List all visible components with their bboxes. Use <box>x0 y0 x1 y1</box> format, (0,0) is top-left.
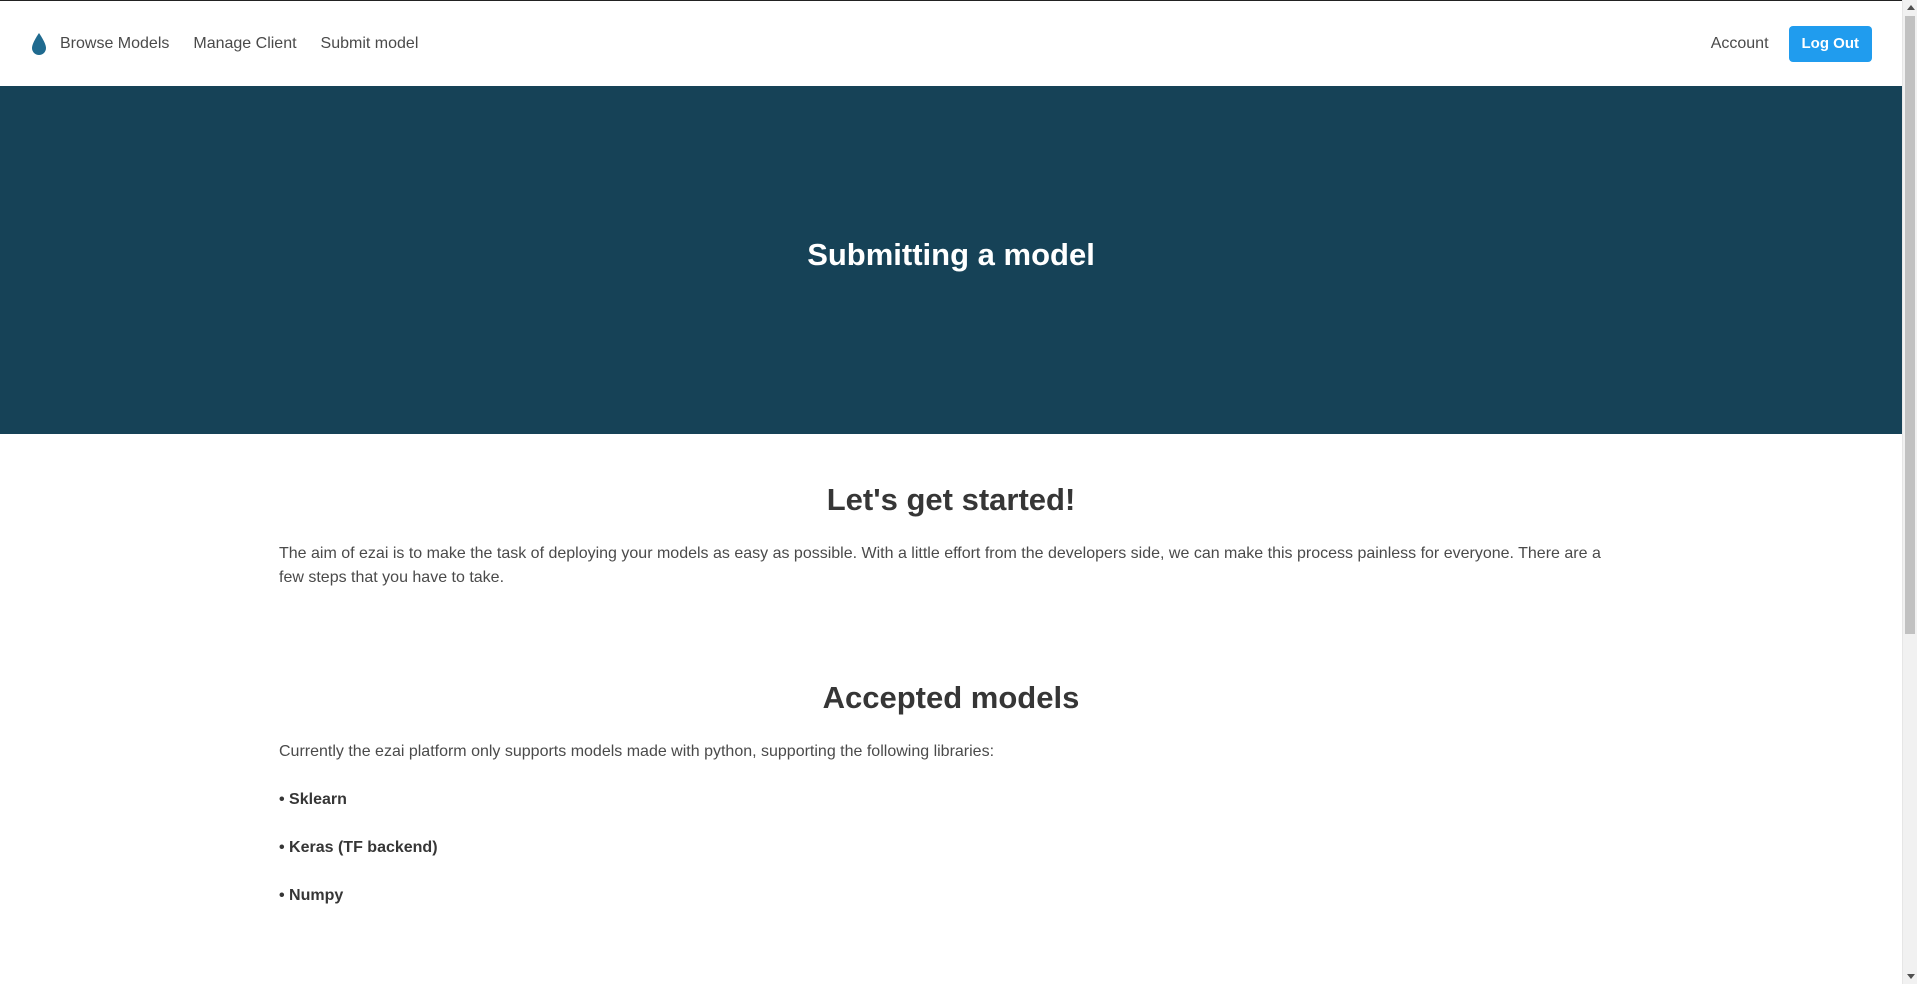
vertical-scrollbar[interactable] <box>1902 0 1917 984</box>
nav-link-submit-model[interactable]: Submit model <box>309 35 431 53</box>
nav-left: Browse Models Manage Client Submit model <box>30 31 430 57</box>
scroll-up-arrow-icon[interactable] <box>1903 0 1917 15</box>
library-item-sklearn: • Sklearn <box>279 791 347 808</box>
nav-right: Account Log Out <box>1699 25 1872 62</box>
scroll-down-arrow-icon[interactable] <box>1903 969 1917 984</box>
nav-link-browse-models[interactable]: Browse Models <box>60 35 181 53</box>
accepted-models-text: Currently the ezai platform only support… <box>279 743 995 760</box>
library-item-numpy: • Numpy <box>279 887 344 904</box>
accepted-models-section: Accepted models Currently the ezai platf… <box>279 590 1623 908</box>
page: Browse Models Manage Client Submit model… <box>0 0 1902 984</box>
library-item-keras: • Keras (TF backend) <box>279 839 438 856</box>
hero-title: Submitting a model <box>807 237 1095 272</box>
logout-button[interactable]: Log Out <box>1788 25 1872 62</box>
hero-banner: Submitting a model <box>0 86 1902 434</box>
intro-section: Let's get started! The aim of ezai is to… <box>279 434 1623 590</box>
nav-link-manage-client[interactable]: Manage Client <box>181 35 308 53</box>
intro-title: Let's get started! <box>826 482 1076 517</box>
scrollbar-thumb[interactable] <box>1905 16 1915 634</box>
accepted-models-title: Accepted models <box>822 680 1080 715</box>
library-list: • Sklearn • Keras (TF backend) • Numpy <box>279 788 1623 908</box>
main-content: Let's get started! The aim of ezai is to… <box>279 434 1623 908</box>
intro-text: The aim of ezai is to make the task of d… <box>279 545 1601 586</box>
droplet-icon[interactable] <box>30 31 48 57</box>
nav-link-account[interactable]: Account <box>1699 35 1789 53</box>
navbar: Browse Models Manage Client Submit model… <box>0 1 1902 86</box>
